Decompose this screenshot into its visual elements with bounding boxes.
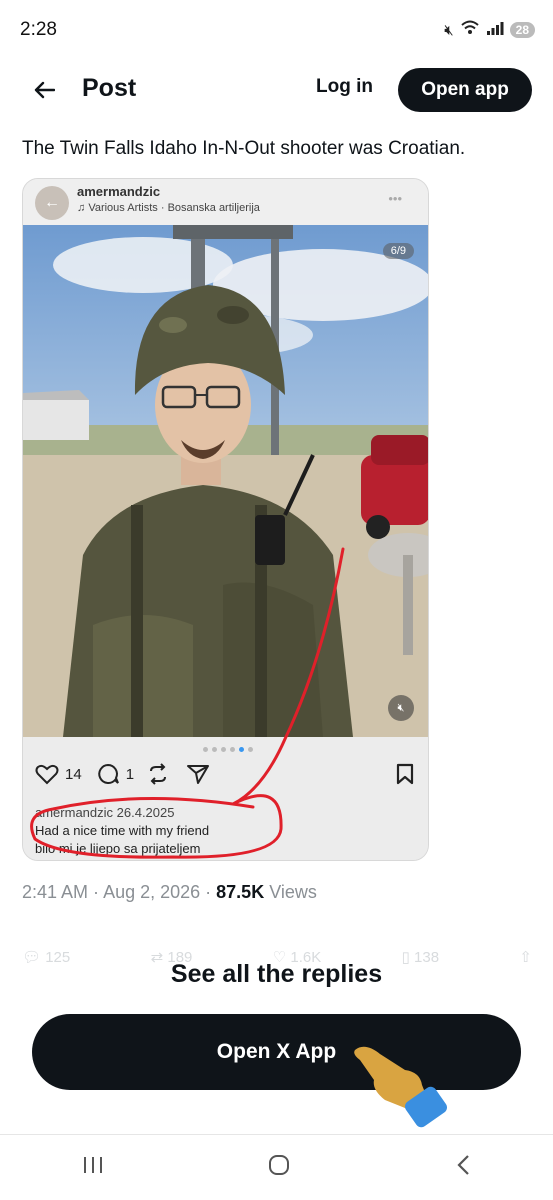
signal-icon <box>486 21 504 39</box>
recent-apps-icon[interactable] <box>82 1155 104 1181</box>
view-count: 87.5K <box>216 882 265 902</box>
top-nav: Post Log in Open app <box>0 62 553 118</box>
tweet-time: 2:41 AM <box>22 882 89 902</box>
status-time: 2:28 <box>20 19 57 40</box>
views-label: Views <box>269 882 317 902</box>
battery-icon: 28 <box>509 22 535 38</box>
page-title: Post <box>82 74 137 102</box>
tweet-media[interactable]: ← amermandzic ♫ Various Artists · Bosans… <box>22 178 429 861</box>
tweet-text: The Twin Falls Idaho In-N-Out shooter wa… <box>22 138 466 159</box>
tweet-date: Aug 2, 2026 <box>103 882 201 902</box>
login-link[interactable]: Log in <box>316 76 373 98</box>
status-bar: 2:28 🔇︎ 28 <box>0 0 553 60</box>
back-arrow-icon[interactable] <box>30 76 58 104</box>
see-all-replies-heading: See all the replies <box>170 960 383 988</box>
open-app-button[interactable]: Open app <box>398 68 532 112</box>
back-icon[interactable] <box>455 1153 471 1183</box>
red-annotation <box>30 547 345 859</box>
status-icons: 🔇︎ 28 <box>444 20 535 40</box>
pointing-hand-icon <box>354 1046 447 1128</box>
mute-icon: 🔇︎ <box>444 21 454 39</box>
android-nav-bar <box>0 1135 553 1200</box>
home-icon[interactable] <box>267 1153 291 1183</box>
tweet-meta: 2:41 AM · Aug 2, 2026 · 87.5K Views <box>22 882 317 902</box>
wifi-icon <box>460 20 480 40</box>
